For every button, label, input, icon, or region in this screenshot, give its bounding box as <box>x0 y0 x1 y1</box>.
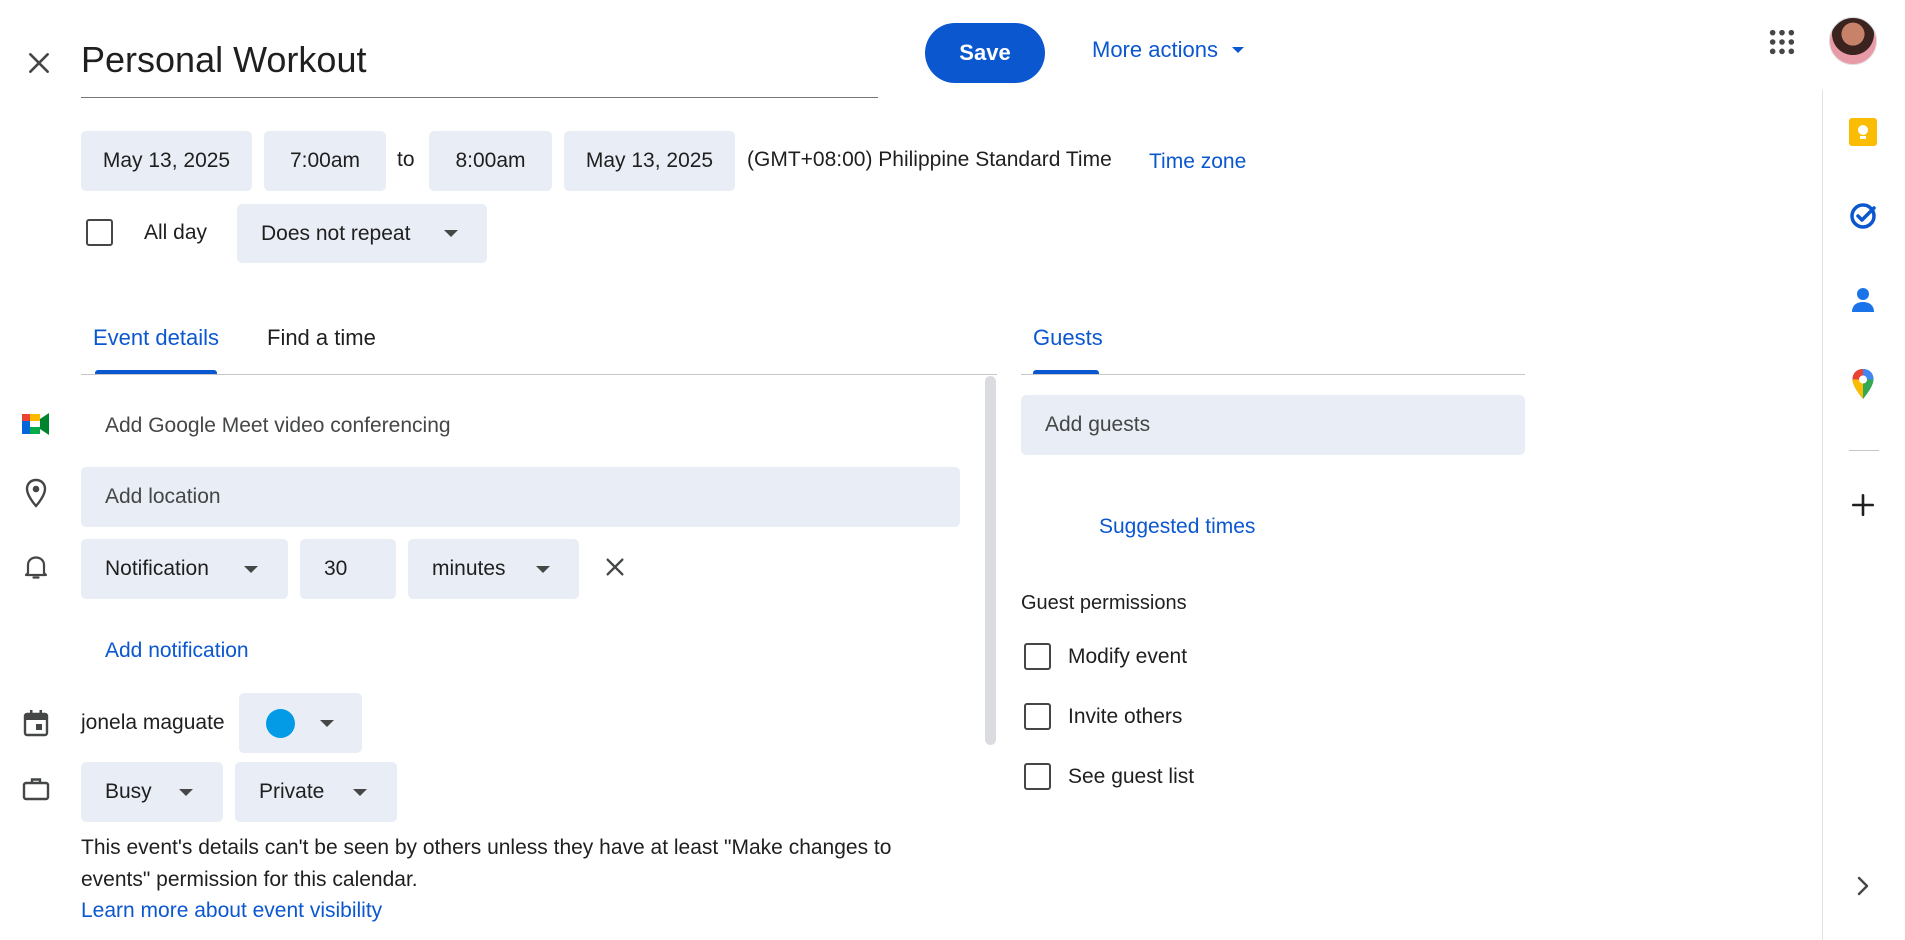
notification-type-select[interactable]: Notification <box>81 539 288 599</box>
chevron-down-icon <box>244 566 258 573</box>
location-input[interactable]: Add location <box>81 467 960 527</box>
add-icon[interactable] <box>1843 485 1883 525</box>
availability-select[interactable]: Busy <box>81 762 223 822</box>
contacts-icon[interactable] <box>1843 280 1883 320</box>
timezone-text: (GMT+08:00) Philippine Standard Time <box>747 148 1112 171</box>
details-scrollbar[interactable] <box>985 376 996 745</box>
calendar-icon <box>20 707 52 739</box>
see-guest-list-checkbox[interactable] <box>1024 763 1051 790</box>
end-date-label: May 13, 2025 <box>585 149 714 172</box>
visibility-learn-more-link[interactable]: Learn more about event visibility <box>81 899 382 923</box>
guest-permissions-title: Guest permissions <box>1021 592 1187 614</box>
all-day-label: All day <box>144 221 208 244</box>
to-label: to <box>397 148 415 171</box>
tab-event-details[interactable]: Event details <box>93 325 219 351</box>
notification-value-input[interactable]: 30 <box>300 539 396 599</box>
invite-others-label: Invite others <box>1068 705 1183 728</box>
modify-event-checkbox[interactable] <box>1024 643 1051 670</box>
invite-others-checkbox[interactable] <box>1024 703 1051 730</box>
notification-value: 30 <box>324 557 348 580</box>
location-placeholder: Add location <box>105 485 221 508</box>
add-notification-button[interactable]: Add notification <box>105 639 249 663</box>
modify-event-label: Modify event <box>1068 645 1188 668</box>
guests-divider <box>1021 374 1525 375</box>
apps-grid-icon[interactable] <box>1764 24 1800 60</box>
rail-divider <box>1849 450 1879 451</box>
add-meet-button[interactable]: Add Google Meet video conferencing <box>105 414 451 438</box>
visibility-select[interactable]: Private <box>235 762 397 822</box>
add-guests-input[interactable]: Add guests <box>1021 395 1525 455</box>
close-icon[interactable] <box>20 44 58 82</box>
chevron-right-icon[interactable] <box>1847 870 1879 902</box>
chevron-down-icon <box>320 720 334 727</box>
more-actions-label: More actions <box>1092 37 1218 62</box>
chevron-down-icon <box>353 789 367 796</box>
more-actions-button[interactable]: More actions <box>1092 34 1244 66</box>
tabs-divider <box>81 374 997 375</box>
visibility-help-text: This event's details can't be seen by ot… <box>81 836 892 891</box>
suggested-times-button[interactable]: Suggested times <box>1099 515 1255 539</box>
event-title-input[interactable]: Personal Workout <box>81 34 878 98</box>
all-day-checkbox[interactable] <box>86 219 113 246</box>
maps-icon[interactable] <box>1843 364 1883 404</box>
timezone-link[interactable]: Time zone <box>1149 150 1246 174</box>
tasks-icon[interactable] <box>1843 196 1883 236</box>
notification-unit-select[interactable]: minutes <box>408 539 579 599</box>
chevron-down-icon <box>444 230 458 237</box>
tab-guests[interactable]: Guests <box>1033 325 1103 351</box>
google-meet-icon <box>20 408 52 440</box>
end-time-label: 8:00am <box>455 149 526 172</box>
calendar-owner-label: jonela maguate <box>81 711 225 734</box>
chevron-down-icon <box>179 789 193 796</box>
calendar-color-select[interactable] <box>239 693 362 753</box>
end-date-chip[interactable]: May 13, 2025 <box>564 131 735 191</box>
bell-icon <box>20 551 52 583</box>
start-date-label: May 13, 2025 <box>102 149 231 172</box>
availability-value: Busy <box>105 780 152 803</box>
tab-find-a-time[interactable]: Find a time <box>267 325 376 351</box>
chevron-down-icon <box>1231 47 1244 53</box>
notification-type-value: Notification <box>105 557 209 580</box>
add-guests-placeholder: Add guests <box>1045 413 1151 436</box>
location-pin-icon <box>20 477 52 509</box>
repeat-select[interactable]: Does not repeat <box>237 204 487 263</box>
save-button[interactable]: Save <box>925 23 1045 83</box>
calendar-color-dot <box>266 709 295 738</box>
end-time-chip[interactable]: 8:00am <box>429 131 552 191</box>
start-time-chip[interactable]: 7:00am <box>264 131 386 191</box>
notification-unit-value: minutes <box>432 557 506 580</box>
visibility-value: Private <box>259 780 325 803</box>
briefcase-icon <box>20 773 52 805</box>
chevron-down-icon <box>536 566 550 573</box>
repeat-value: Does not repeat <box>261 221 411 245</box>
start-date-chip[interactable]: May 13, 2025 <box>81 131 252 191</box>
see-guest-list-label: See guest list <box>1068 765 1195 788</box>
remove-notification-icon[interactable] <box>600 552 630 582</box>
account-avatar[interactable] <box>1829 17 1877 65</box>
keep-icon[interactable] <box>1843 112 1883 152</box>
start-time-label: 7:00am <box>289 149 361 172</box>
side-panel-rail <box>1822 90 1905 940</box>
